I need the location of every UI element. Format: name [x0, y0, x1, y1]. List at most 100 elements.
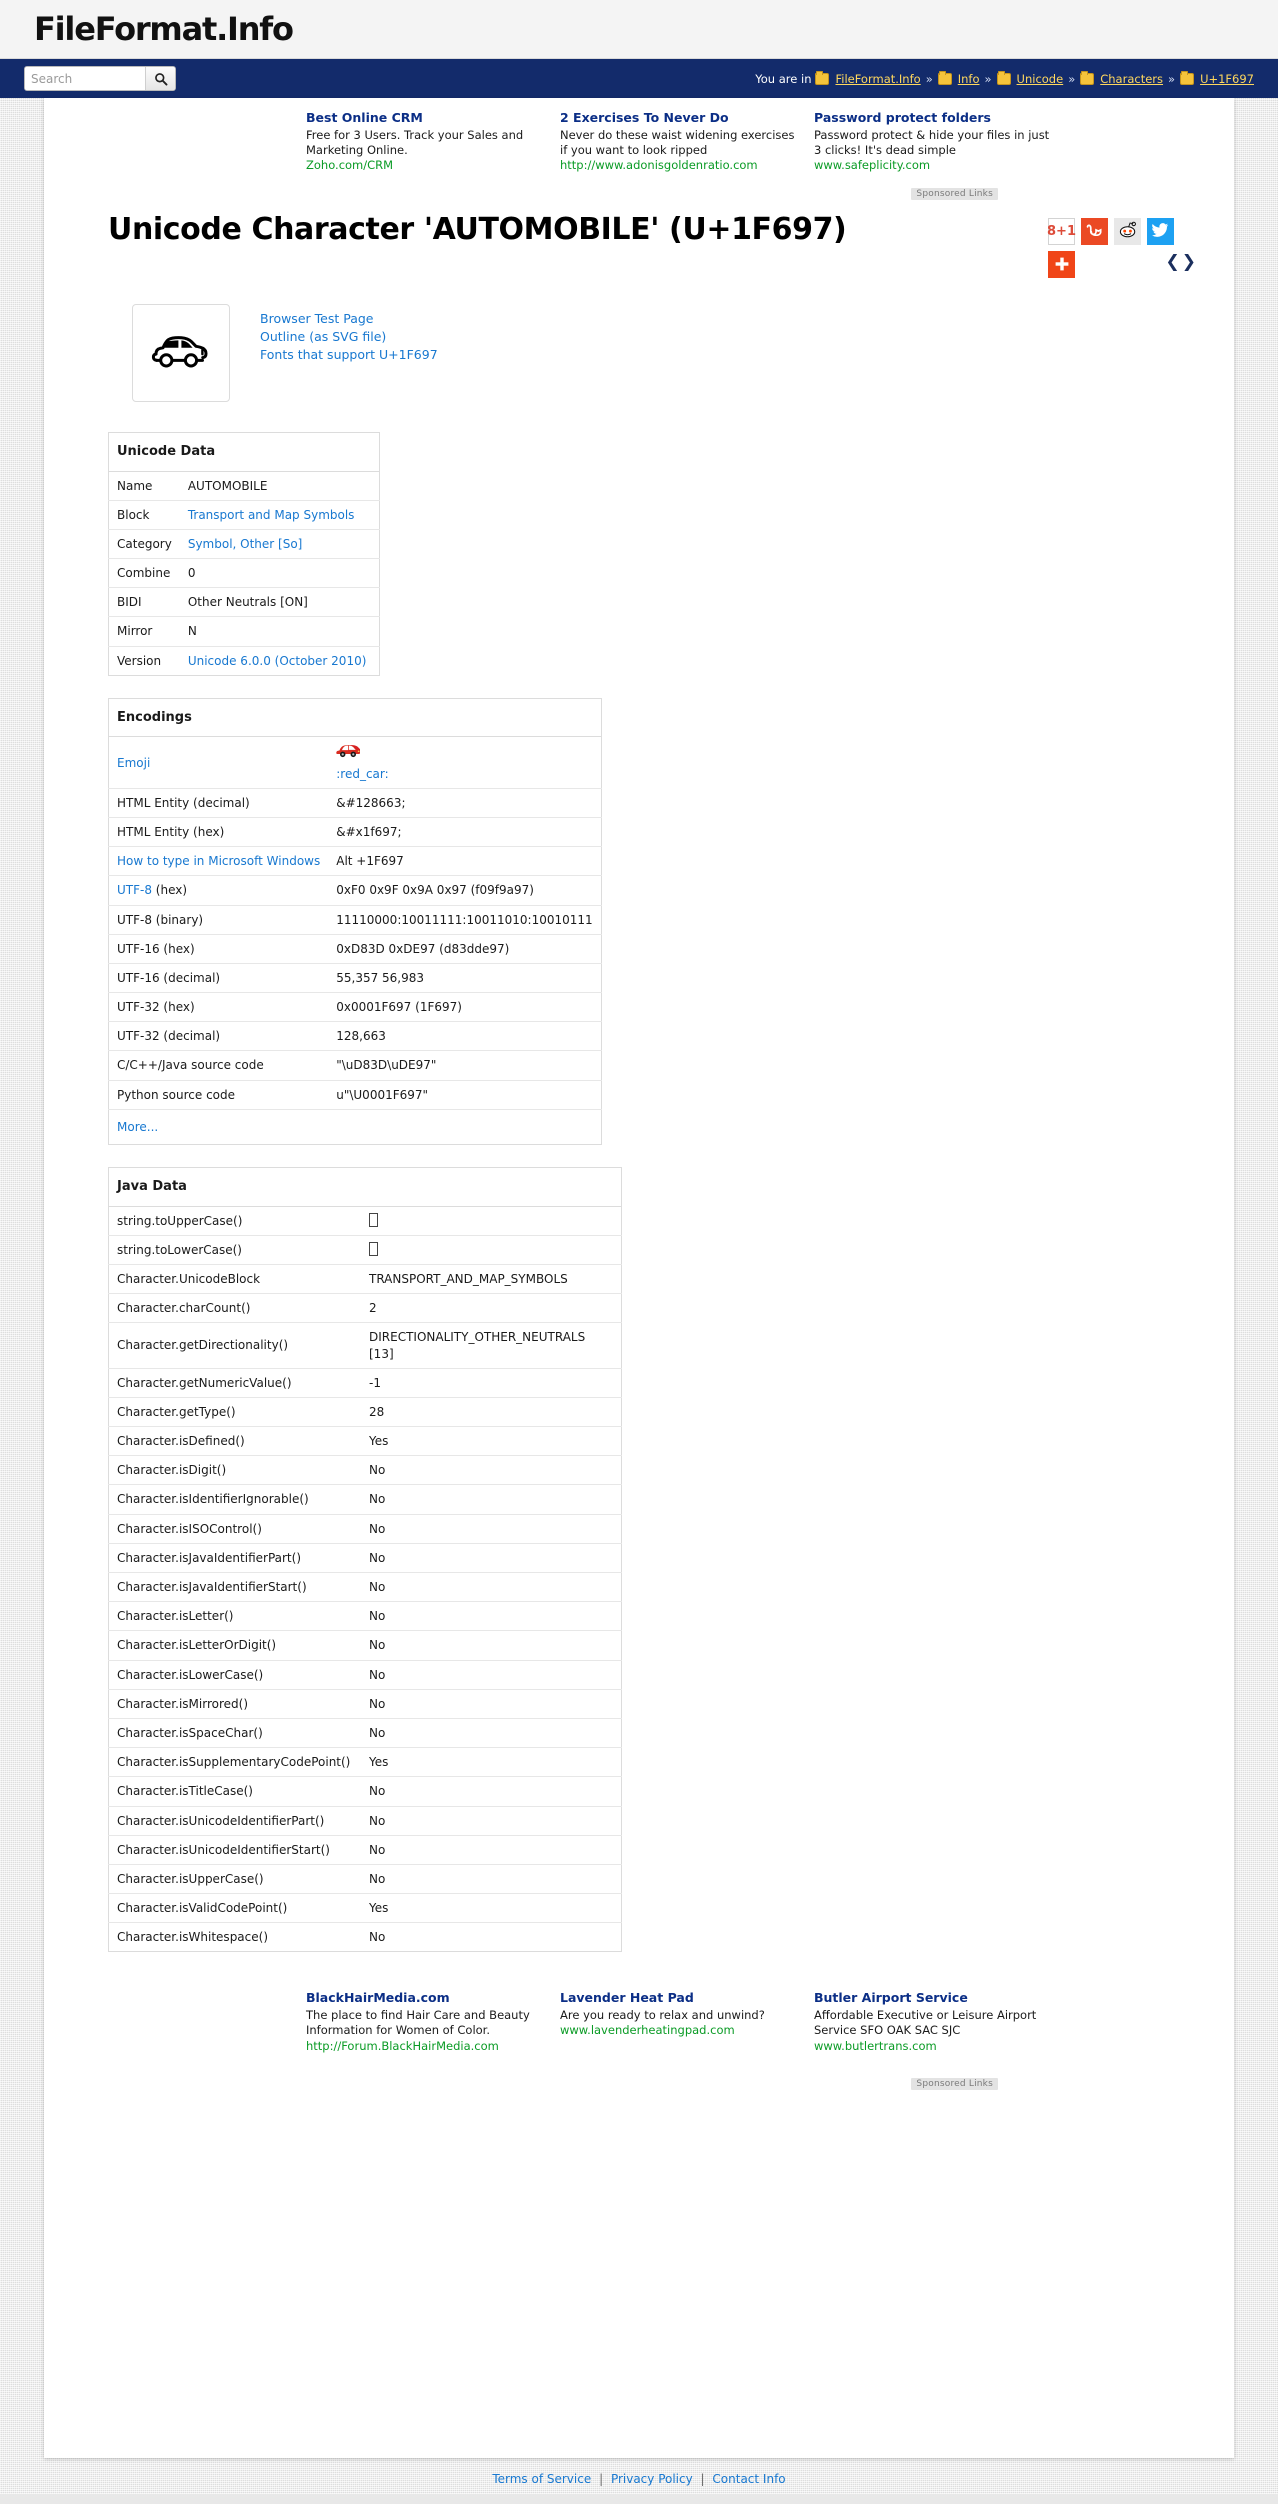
row-value: 0xD83D 0xDE97 (d83dde97) — [328, 934, 602, 964]
row-key: Character.getNumericValue() — [108, 1368, 361, 1398]
table-row: UTF-16 (decimal) 55,357 56,983 — [108, 963, 602, 994]
site-logo[interactable]: FileFormat.Info — [34, 13, 294, 45]
encodings-more-link[interactable]: More... — [117, 1120, 158, 1134]
table-row: Combine 0 — [108, 558, 380, 589]
row-value: -1 — [361, 1368, 622, 1398]
emoji-link[interactable]: Emoji — [117, 756, 150, 770]
table-row: Character.isLowerCase() No — [108, 1660, 622, 1690]
ad-url[interactable]: www.lavenderheatingpad.com — [560, 2023, 796, 2038]
utf8-link[interactable]: UTF-8 — [117, 883, 152, 897]
row-key: Character.isUpperCase() — [108, 1864, 361, 1895]
sponsored-links-label: Sponsored Links — [911, 2078, 998, 2091]
next-character-button[interactable]: ❯ — [1182, 252, 1198, 272]
ad-url[interactable]: www.butlertrans.com — [814, 2039, 1050, 2054]
ad-url[interactable]: http://www.adonisgoldenratio.com — [560, 158, 796, 173]
terms-of-service-link[interactable]: Terms of Service — [492, 2472, 591, 2486]
row-key: Character.isUnicodeIdentifierPart() — [108, 1806, 361, 1836]
outline-svg-link[interactable]: Outline (as SVG file) — [260, 328, 438, 346]
search-button[interactable] — [145, 67, 175, 90]
top-ad-block: Best Online CRM Free for 3 Users. Track … — [44, 98, 1234, 200]
row-key: string.toLowerCase() — [108, 1235, 361, 1265]
row-value: "\uD83D\uDE97" — [328, 1050, 602, 1081]
folder-icon — [1180, 70, 1195, 85]
ad-item[interactable]: Butler Airport Service Affordable Execut… — [814, 1990, 1050, 2072]
ad-title[interactable]: BlackHairMedia.com — [306, 1990, 542, 2007]
row-value: No — [361, 1484, 622, 1515]
ad-item[interactable]: BlackHairMedia.com The place to find Hai… — [306, 1990, 542, 2072]
prev-character-button[interactable]: ❮ — [1166, 252, 1182, 272]
navbar: You are in FileFormat.Info » Info » Unic… — [0, 59, 1278, 98]
ad-title[interactable]: Password protect folders — [814, 110, 1050, 127]
glyph-links: Browser Test Page Outline (as SVG file) … — [260, 304, 438, 363]
search-box[interactable] — [24, 66, 176, 91]
ad-title[interactable]: Butler Airport Service — [814, 1990, 1050, 2007]
row-key: How to type in Microsoft Windows — [108, 846, 329, 877]
folder-icon — [996, 70, 1011, 85]
row-key: Version — [117, 653, 162, 668]
row-key: Character.isWhitespace() — [117, 1930, 269, 1945]
table-row: Character.isUnicodeIdentifierPart() No — [108, 1806, 622, 1836]
privacy-policy-link[interactable]: Privacy Policy — [611, 2472, 693, 2486]
ad-title[interactable]: Lavender Heat Pad — [560, 1990, 796, 2007]
breadcrumb-separator: » — [925, 71, 933, 86]
ad-title[interactable]: Best Online CRM — [306, 110, 542, 127]
table-row: Block Transport and Map Symbols — [108, 500, 380, 530]
ad-item[interactable]: Password protect folders Password protec… — [814, 110, 1050, 192]
table-row: HTML Entity (hex) &#x1f697; — [108, 817, 602, 848]
stumbleupon-button[interactable] — [1081, 218, 1108, 245]
table-row: UTF-8 (binary) 11110000:10011111:1001101… — [108, 905, 602, 935]
row-key: Mirror — [108, 616, 180, 647]
breadcrumb-item-info[interactable]: Info — [958, 72, 980, 86]
breadcrumb-item-fileformat-info[interactable]: FileFormat.Info — [835, 72, 920, 86]
table-row: Character.getDirectionality() DIRECTIONA… — [108, 1322, 622, 1369]
twitter-button[interactable] — [1147, 218, 1174, 245]
emoji-shortcode-link[interactable]: :red_car: — [336, 767, 388, 781]
footer-separator: | — [599, 2472, 604, 2486]
ad-url[interactable]: www.safeplicity.com — [814, 158, 1050, 173]
breadcrumb-item-characters[interactable]: Characters — [1100, 72, 1163, 86]
breadcrumb-separator: » — [1068, 71, 1076, 86]
row-value: 28 — [361, 1397, 622, 1428]
row-value: No — [361, 1572, 622, 1603]
browser-test-page-link[interactable]: Browser Test Page — [260, 310, 438, 328]
ad-url[interactable]: Zoho.com/CRM — [306, 158, 542, 173]
pager-nav[interactable]: ❮❯ — [1166, 252, 1199, 272]
google-plus-one-button[interactable]: 8+1 — [1047, 218, 1076, 245]
row-key: Character.isTitleCase() — [108, 1776, 361, 1807]
addthis-button[interactable] — [1048, 251, 1075, 278]
row-value: Yes — [361, 1426, 622, 1457]
row-value: 0 — [179, 558, 380, 589]
ad-item[interactable]: Lavender Heat Pad Are you ready to relax… — [560, 1990, 796, 2072]
row-key: UTF-8 (binary) — [108, 905, 329, 935]
version-link[interactable]: Unicode 6.0.0 (October 2010) — [188, 654, 367, 668]
row-value: Symbol, Other [So] — [179, 529, 380, 560]
row-value: No — [361, 1689, 622, 1719]
table-row: C/C++/Java source code "\uD83D\uDE97" — [108, 1050, 602, 1081]
ad-url[interactable]: http://Forum.BlackHairMedia.com — [306, 2039, 542, 2054]
fonts-support-link[interactable]: Fonts that support U+1F697 — [260, 346, 438, 364]
ad-title[interactable]: 2 Exercises To Never Do — [560, 110, 796, 127]
row-key: Character.isValidCodePoint() — [108, 1893, 361, 1924]
twitter-bird-icon — [1152, 222, 1169, 241]
row-value: Yes — [361, 1893, 622, 1924]
row-value: AUTOMOBILE — [179, 471, 380, 501]
row-value: No — [361, 1660, 622, 1690]
category-link[interactable]: Symbol, Other [So] — [188, 537, 303, 551]
reddit-button[interactable] — [1114, 218, 1141, 245]
unicode-data-table: Unicode Data Name AUTOMOBILE Block Trans… — [108, 432, 380, 676]
breadcrumb-prefix: You are in — [755, 71, 812, 86]
ad-body: Password protect & hide your files in ju… — [814, 127, 1050, 157]
row-value: No — [361, 1806, 622, 1836]
ad-item[interactable]: 2 Exercises To Never Do Never do these w… — [560, 110, 796, 192]
table-row: Version Unicode 6.0.0 (October 2010) — [109, 646, 380, 675]
block-link[interactable]: Transport and Map Symbols — [188, 508, 355, 522]
search-input[interactable] — [25, 67, 145, 90]
breadcrumb-item-unicode[interactable]: Unicode — [1017, 72, 1064, 86]
contact-info-link[interactable]: Contact Info — [712, 2472, 785, 2486]
row-value: 128,663 — [328, 1021, 602, 1052]
breadcrumb-item-current[interactable]: U+1F697 — [1200, 72, 1254, 86]
row-value: 55,357 56,983 — [328, 963, 602, 994]
how-to-type-windows-link[interactable]: How to type in Microsoft Windows — [117, 854, 320, 868]
ad-item[interactable]: Best Online CRM Free for 3 Users. Track … — [306, 110, 542, 192]
bottom-ad-block: BlackHairMedia.com The place to find Hai… — [44, 1978, 1234, 2091]
